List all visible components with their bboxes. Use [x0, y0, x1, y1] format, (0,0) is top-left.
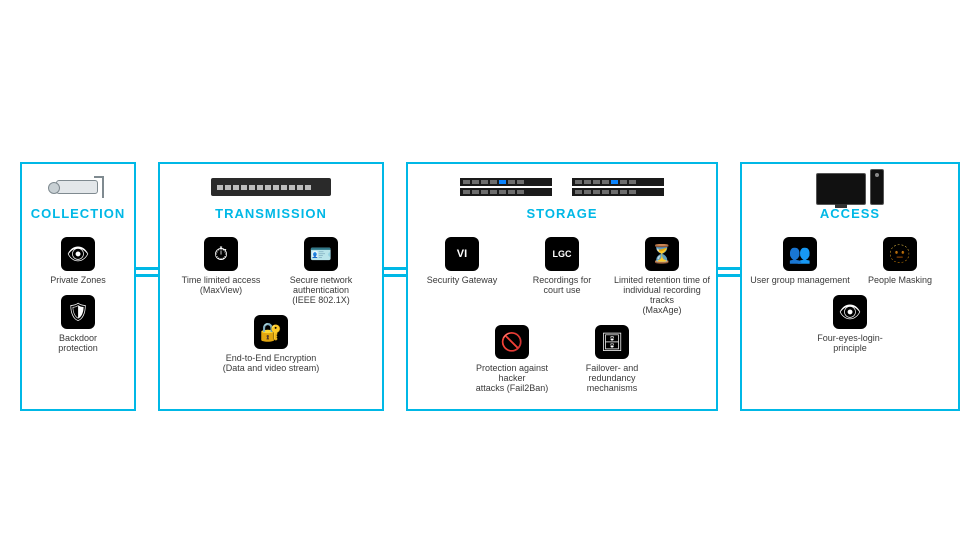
- clock-lock-icon: ⏱: [204, 237, 238, 271]
- section-transmission: TRANSMISSION ⏱ Time limited access(MaxVi…: [158, 162, 384, 411]
- redundancy-icon: 🗄: [595, 325, 629, 359]
- id-card-icon: 🪪: [304, 237, 338, 271]
- feature-label: Time limited access(MaxView): [182, 275, 261, 295]
- feature-label: Private Zones: [50, 275, 106, 285]
- workstation-illustration: [746, 172, 954, 202]
- feature-user-group-mgmt: 👥 User group management: [750, 233, 850, 291]
- vi-proxy-icon: VI: [445, 237, 479, 271]
- feature-four-eyes: 👁 Four-eyes-login-principle: [800, 291, 900, 359]
- server-illustration: [412, 172, 712, 202]
- feature-secure-network-auth: 🪪 Secure networkauthentication(IEEE 802.…: [271, 233, 371, 311]
- section-access: ACCESS 👥 User group management 🫥 People …: [740, 162, 960, 411]
- feature-label: User group management: [750, 275, 850, 285]
- feature-backdoor-protection: 🛡 Backdoorprotection: [30, 291, 126, 359]
- feature-e2e-encryption: 🔐 End-to-End Encryption(Data and video s…: [221, 311, 321, 379]
- eye4-icon: 👁: [833, 295, 867, 329]
- feature-time-limited-access: ⏱ Time limited access(MaxView): [171, 233, 271, 311]
- feature-label: Failover- andredundancy mechanisms: [562, 363, 662, 393]
- security-pipeline-diagram: COLLECTION 👁 Private Zones 🛡 Backdoorpro…: [20, 162, 960, 411]
- section-title: COLLECTION: [26, 206, 130, 221]
- feature-failover: 🗄 Failover- andredundancy mechanisms: [562, 321, 662, 399]
- section-title: ACCESS: [746, 206, 954, 221]
- switch-illustration: [164, 172, 378, 202]
- hourglass-icon: ⏳: [645, 237, 679, 271]
- connector: [136, 132, 158, 411]
- feature-label: Secure networkauthentication(IEEE 802.1X…: [290, 275, 353, 305]
- feature-label: Recordings forcourt use: [533, 275, 592, 295]
- eye-icon: 👁: [61, 237, 95, 271]
- section-storage: STORAGE VI Security Gateway LGC Recordin…: [406, 162, 718, 411]
- section-collection: COLLECTION 👁 Private Zones 🛡 Backdoorpro…: [20, 162, 136, 411]
- feature-court-recordings: LGC Recordings forcourt use: [512, 233, 612, 321]
- masking-icon: 🫥: [883, 237, 917, 271]
- section-title: STORAGE: [412, 206, 712, 221]
- section-title: TRANSMISSION: [164, 206, 378, 221]
- ban-icon: 🚫: [495, 325, 529, 359]
- feature-label: People Masking: [868, 275, 932, 285]
- feature-label: Protection against hackerattacks (Fail2B…: [462, 363, 562, 393]
- feature-label: End-to-End Encryption(Data and video str…: [223, 353, 320, 373]
- lgc-icon: LGC: [545, 237, 579, 271]
- feature-limited-retention: ⏳ Limited retention time ofindividual re…: [612, 233, 712, 321]
- shield-icon: 🛡: [61, 295, 95, 329]
- camera-illustration: [26, 172, 130, 202]
- connector: [384, 132, 406, 411]
- feature-private-zones: 👁 Private Zones: [30, 233, 126, 291]
- feature-label: Four-eyes-login-principle: [817, 333, 883, 353]
- connector: [718, 132, 740, 411]
- feature-people-masking: 🫥 People Masking: [850, 233, 950, 291]
- users-icon: 👥: [783, 237, 817, 271]
- lock-key-icon: 🔐: [254, 315, 288, 349]
- feature-fail2ban: 🚫 Protection against hackerattacks (Fail…: [462, 321, 562, 399]
- feature-label: Security Gateway: [427, 275, 498, 285]
- feature-label: Limited retention time ofindividual reco…: [612, 275, 712, 315]
- feature-label: Backdoorprotection: [58, 333, 98, 353]
- feature-security-gateway: VI Security Gateway: [412, 233, 512, 321]
